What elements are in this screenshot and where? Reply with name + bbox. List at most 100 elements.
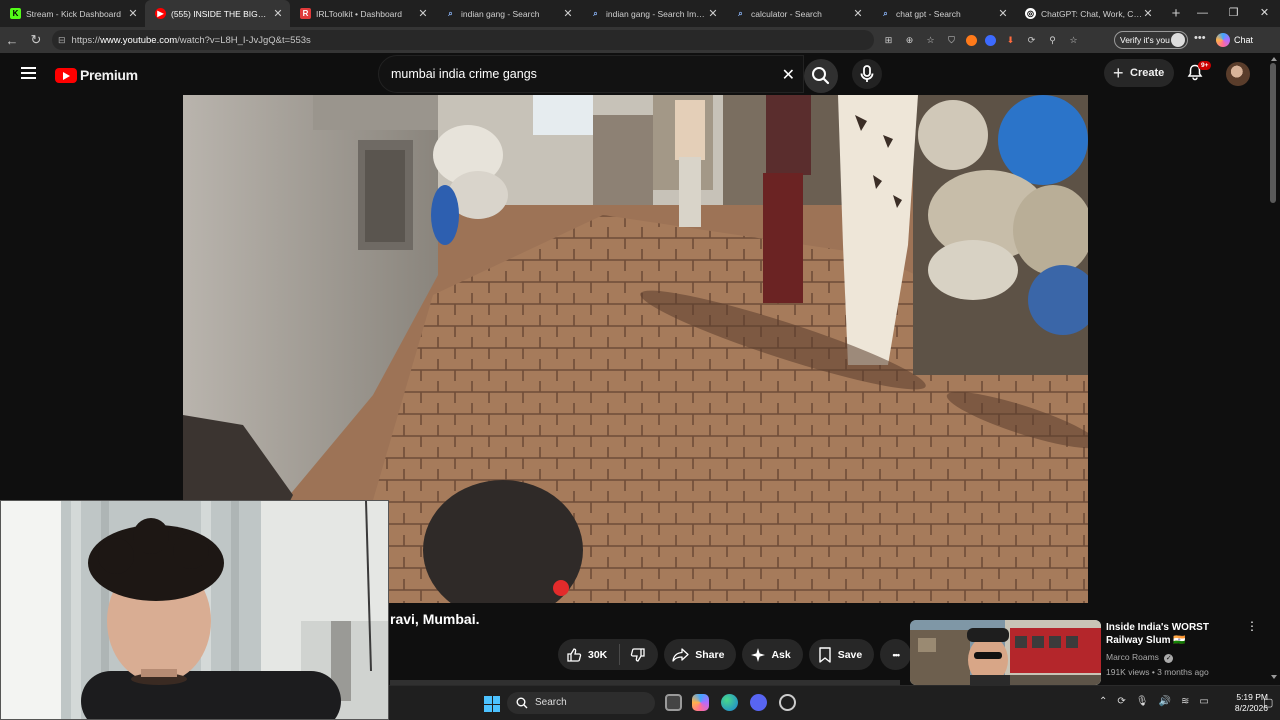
save-button[interactable]: Save (808, 639, 875, 670)
site-info-icon[interactable]: ⊟ (58, 35, 66, 46)
search-icon: ⌕ (738, 9, 743, 18)
volume-icon[interactable]: 🔊 (1158, 696, 1170, 707)
taskbar-search-input[interactable]: Search (507, 692, 655, 714)
tab-chatgpt[interactable]: ◎ ChatGPT: Chat, Work, Create ✕ (1015, 0, 1160, 27)
puzzle-icon[interactable]: ⚲ (1046, 34, 1059, 47)
tab-kick-dashboard[interactable]: K Stream - Kick Dashboard ✕ (0, 0, 145, 27)
plus-icon: + (1113, 63, 1124, 83)
search-input[interactable]: mumbai india crime gangs ✕ (378, 55, 804, 93)
url-field[interactable]: ⊟ https://www.youtube.com/watch?v=L8H_I-… (52, 30, 874, 50)
menu-icon[interactable] (21, 67, 36, 79)
like-dislike-group: 30K (558, 639, 659, 670)
sync-icon[interactable]: ⟳ (1117, 696, 1125, 707)
favorite-star-icon[interactable]: ☆ (924, 34, 937, 47)
discord-icon[interactable] (750, 694, 767, 711)
like-button[interactable]: 30K (558, 644, 621, 665)
share-button[interactable]: Share (664, 639, 737, 670)
verify-profile-button[interactable]: Verify it's you (1114, 31, 1188, 49)
close-icon[interactable]: ✕ (127, 7, 139, 20)
search-button[interactable] (804, 59, 838, 93)
dislike-button[interactable] (620, 644, 658, 665)
copilot-taskbar-icon[interactable] (692, 694, 709, 711)
task-view-icon[interactable] (665, 694, 682, 711)
youtube-header: Premium mumbai india crime gangs ✕ + Cre… (0, 53, 1268, 95)
close-window-button[interactable]: ✕ (1249, 0, 1280, 27)
back-button[interactable]: ← (0, 33, 24, 48)
recommended-video-card[interactable]: Inside India's WORST Railway Slum 🇮🇳 Mar… (910, 620, 1268, 685)
app-install-icon[interactable]: ⊞ (882, 34, 895, 47)
scrollbar-thumb[interactable] (1270, 63, 1276, 203)
voice-search-button[interactable] (852, 59, 882, 89)
obs-icon[interactable] (779, 694, 796, 711)
download-icon[interactable]: ⬇ (1004, 34, 1017, 47)
restore-button[interactable]: ❐ (1218, 0, 1249, 27)
recommended-more-icon[interactable]: ⋮ (1246, 620, 1258, 632)
url-path: /watch?v=L8H_I-JvJgQ&t=553s (177, 34, 311, 46)
search-query: mumbai india crime gangs (391, 67, 537, 81)
browser-menu-icon[interactable]: ••• (1194, 32, 1206, 44)
avatar[interactable] (1226, 62, 1250, 86)
minimize-button[interactable]: — (1187, 0, 1218, 27)
extension-blue-icon[interactable] (985, 34, 996, 46)
tab-title: indian gang - Search Images (606, 8, 707, 19)
close-icon[interactable]: ✕ (852, 7, 864, 20)
create-button[interactable]: + Create (1104, 59, 1174, 87)
edge-browser-icon[interactable] (721, 694, 738, 711)
battery-icon[interactable]: ▭ (1199, 696, 1208, 707)
close-icon[interactable]: ✕ (707, 7, 719, 20)
tab-indian-gang-search[interactable]: ⌕ indian gang - Search ✕ (435, 0, 580, 27)
close-icon[interactable]: ✕ (562, 7, 574, 20)
favorites-icon[interactable]: ☆ (1067, 34, 1080, 47)
windows-taskbar: Search ⌃ ⟳ 🎙 🔊 ≋ ▭ 5:19 PM 8/2/2026 ▢ (389, 685, 1280, 720)
windows-start-icon[interactable] (484, 696, 500, 712)
tab-indian-gang-images[interactable]: ⌕ indian gang - Search Images ✕ (580, 0, 725, 27)
system-tray: ⌃ ⟳ 🎙 🔊 ≋ ▭ (1099, 696, 1209, 707)
recommended-channel[interactable]: Marco Roams ✓ (1106, 652, 1174, 663)
page-scrollbar[interactable] (1268, 53, 1280, 685)
webcam-overlay (0, 500, 389, 720)
refresh-extension-icon[interactable]: ⟳ (1025, 34, 1038, 47)
video-title: ravi, Mumbai. (390, 611, 480, 627)
more-actions-button[interactable]: ••• (880, 639, 912, 670)
recommended-title[interactable]: Inside India's WORST Railway Slum 🇮🇳 (1106, 621, 1246, 647)
clock-time: 5:19 PM (1236, 692, 1268, 702)
new-tab-button[interactable]: + (1164, 5, 1188, 22)
recommended-thumbnail[interactable] (910, 620, 1101, 685)
browser-tab-strip: K Stream - Kick Dashboard ✕ ▶ (555) INSI… (0, 0, 1280, 27)
clear-search-icon[interactable]: ✕ (782, 65, 795, 85)
tab-chat-gpt-search[interactable]: ⌕ chat gpt - Search ✕ (870, 0, 1015, 27)
share-arrow-icon (672, 647, 689, 662)
wifi-icon[interactable]: ≋ (1181, 696, 1189, 707)
search-icon (812, 67, 830, 85)
microphone-tray-icon[interactable]: 🎙 (1136, 696, 1149, 707)
copilot-chat-button[interactable]: Chat (1216, 33, 1253, 47)
youtube-play-icon (55, 67, 77, 83)
close-icon[interactable]: ✕ (272, 7, 284, 20)
scroll-down-arrow-icon[interactable] (1271, 675, 1277, 679)
irltoolkit-icon: R (300, 8, 311, 19)
close-icon[interactable]: ✕ (997, 7, 1009, 20)
extension-orange-icon[interactable] (966, 34, 977, 46)
scroll-up-arrow-icon[interactable] (1271, 57, 1277, 61)
close-icon[interactable]: ✕ (417, 7, 429, 20)
reload-button[interactable]: ↻ (24, 32, 48, 48)
verify-label: Verify it's you (1120, 35, 1170, 45)
profile-avatar-icon (1171, 33, 1185, 47)
tab-irltoolkit[interactable]: R IRLToolkit • Dashboard ✕ (290, 0, 435, 27)
thumbnail-image (910, 620, 1101, 685)
thumbs-up-icon (567, 647, 582, 662)
youtube-logo[interactable]: Premium (55, 67, 138, 83)
taskbar-search-label: Search (535, 697, 567, 708)
tab-youtube-video[interactable]: ▶ (555) INSIDE THE BIGGEST SLUM ✕ (145, 0, 290, 27)
zoom-icon[interactable]: ⊕ (903, 34, 916, 47)
webcam-image (1, 501, 388, 719)
taskbar-clock[interactable]: 5:19 PM 8/2/2026 (1212, 692, 1268, 714)
search-icon: ⌕ (593, 9, 598, 18)
chevron-up-icon[interactable]: ⌃ (1099, 696, 1107, 707)
shield-icon[interactable]: ⛉ (945, 34, 958, 47)
close-icon[interactable]: ✕ (1142, 7, 1154, 20)
ask-button[interactable]: Ask (742, 639, 803, 670)
more-horizontal-icon: ••• (892, 649, 901, 660)
tab-calculator-search[interactable]: ⌕ calculator - Search ✕ (725, 0, 870, 27)
notifications-tray-icon[interactable]: ▢ (1263, 696, 1273, 709)
